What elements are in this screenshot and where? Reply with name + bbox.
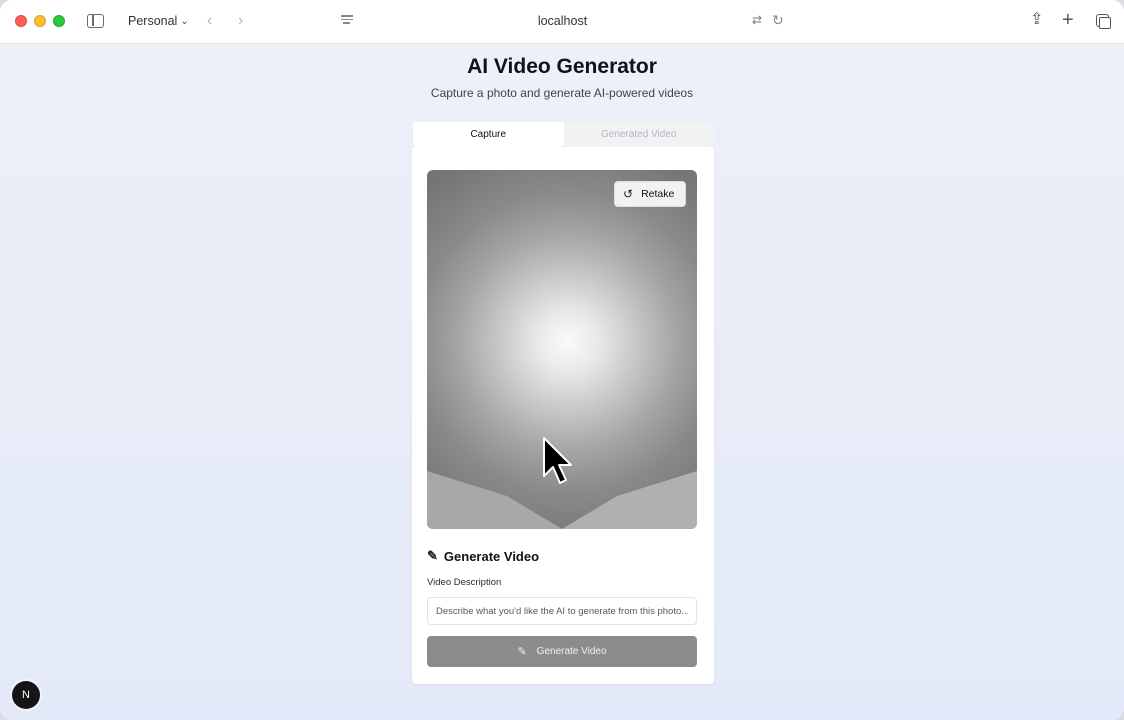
generate-video-button[interactable]: ✎ Generate Video <box>427 636 697 667</box>
generate-heading: ✎ Generate Video <box>427 548 539 564</box>
tab-generated-video[interactable]: Generated Video <box>564 122 715 147</box>
reader-icon[interactable] <box>341 15 353 27</box>
generate-heading-text: Generate Video <box>443 548 540 564</box>
capture-card: ↺ Retake ✎ Generate Video Video Descript… <box>412 147 714 684</box>
tab-capture[interactable]: Capture <box>413 122 564 147</box>
minimize-window-button[interactable] <box>34 15 46 27</box>
generate-button-label: Generate Video <box>536 646 607 657</box>
retake-label: Retake <box>641 188 675 200</box>
dev-badge[interactable]: N <box>12 681 40 709</box>
retake-icon: ↺ <box>623 187 634 201</box>
description-label: Video Description <box>427 577 502 588</box>
profile-label: Personal <box>128 14 178 28</box>
tabs-icon[interactable] <box>1096 14 1111 29</box>
close-window-button[interactable] <box>15 15 27 27</box>
sidebar-icon[interactable] <box>87 14 104 28</box>
browser-toolbar: Personal ⌄ ‹ › localhost ⇄ ↻ ⇪ + <box>0 0 1124 44</box>
translate-icon[interactable]: ⇄ <box>752 14 762 26</box>
chevron-down-icon: ⌄ <box>180 15 189 27</box>
description-input[interactable] <box>427 597 697 625</box>
reload-icon[interactable]: ↻ <box>772 13 784 27</box>
cursor-icon <box>543 437 572 484</box>
share-icon[interactable]: ⇪ <box>1030 12 1043 28</box>
wand-icon: ✎ <box>517 646 527 658</box>
tab-bar: Capture Generated Video <box>413 122 714 147</box>
plus-icon[interactable]: + <box>1062 10 1074 30</box>
profile-menu[interactable]: Personal ⌄ <box>128 14 189 28</box>
back-icon[interactable]: ‹ <box>207 13 212 29</box>
browser-window: Personal ⌄ ‹ › localhost ⇄ ↻ ⇪ + AI Vide… <box>0 0 1124 720</box>
zoom-window-button[interactable] <box>53 15 65 27</box>
wand-icon: ✎ <box>427 548 438 563</box>
forward-icon[interactable]: › <box>238 13 243 29</box>
page-subtitle: Capture a photo and generate AI-powered … <box>430 86 694 100</box>
retake-button[interactable]: ↺ Retake <box>614 181 686 207</box>
address-bar[interactable]: localhost <box>480 14 645 28</box>
page-title: AI Video Generator <box>467 55 657 78</box>
